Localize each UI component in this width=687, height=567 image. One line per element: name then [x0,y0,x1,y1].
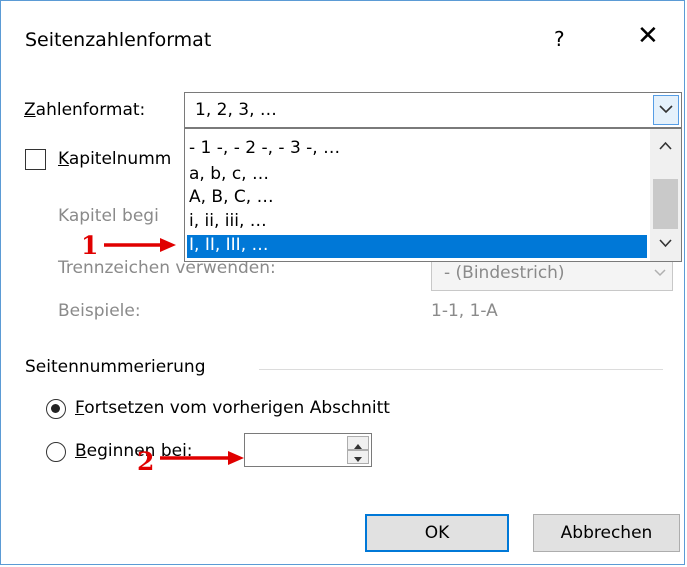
list-scrollbar[interactable] [650,129,681,261]
list-item-dash-numbers[interactable]: - 1 -, - 2 -, - 3 -, … [187,138,647,161]
close-icon[interactable]: ✕ [637,23,659,49]
page-number-format-dialog: Seitenzahlenformat ? ✕ Zahlenformat: 1, … [0,0,685,565]
dropdown-arrow-button[interactable] [653,95,679,125]
list-item-lowercase-letters[interactable]: a, b, c, … [187,164,647,187]
triangle-down-icon [354,457,362,462]
chevron-down-icon[interactable] [659,239,672,248]
chevron-down-icon [654,269,666,277]
start-at-accelerator: B [75,441,87,461]
page-numbering-group-label: Seitennummerierung [25,357,206,377]
cancel-button[interactable]: Abbrechen [533,514,680,552]
list-item-uppercase-roman[interactable]: I, II, III, … [187,235,647,258]
ok-button[interactable]: OK [365,514,509,552]
list-item-uppercase-letters[interactable]: A, B, C, … [187,187,647,210]
chapter-number-label-text: apitelnumm [68,149,172,169]
spin-down-button[interactable] [347,450,369,464]
number-format-dropdown[interactable]: 1, 2, 3, … [184,92,682,128]
chapter-number-label: Kapitelnumm [58,149,171,169]
continue-label: Fortsetzen vom vorherigen Abschnitt [75,398,390,418]
number-format-label: Zahlenformat: [24,100,145,120]
chapter-number-checkbox[interactable] [25,149,46,170]
annotation-arrow-1 [104,238,176,252]
examples-value: 1-1, 1-A [431,301,498,321]
number-format-value: 1, 2, 3, … [195,100,277,120]
start-at-spinbox[interactable] [244,433,372,467]
annotation-number-2: 2 [137,447,155,476]
number-format-label-text: ahlenformat: [35,100,146,120]
continue-label-text: ortsetzen vom vorherigen Abschnitt [84,398,390,418]
chapter-starts-label: Kapitel begi [58,206,159,226]
number-format-accelerator: Z [24,100,36,120]
chevron-up-icon[interactable] [659,141,672,150]
spin-up-button[interactable] [347,436,369,450]
annotation-number-1: 1 [81,231,99,260]
group-divider [259,369,663,370]
start-at-radio[interactable] [46,442,66,462]
list-item-lowercase-roman[interactable]: i, ii, iii, … [187,211,647,234]
dialog-title: Seitenzahlenformat [25,29,212,51]
chevron-down-icon [659,105,673,114]
continue-accelerator: F [75,398,85,418]
radio-selected-dot [51,404,60,413]
continue-radio[interactable] [46,399,66,419]
number-format-list[interactable]: - 1 -, - 2 -, - 3 -, … a, b, c, … A, B, … [184,128,682,262]
help-button[interactable]: ? [554,27,565,51]
separator-value: - (Bindestrich) [444,263,565,283]
scrollbar-thumb[interactable] [653,179,678,229]
examples-label: Beispiele: [58,301,141,321]
annotation-arrow-2 [160,451,244,465]
chapter-number-accelerator: K [58,149,69,169]
